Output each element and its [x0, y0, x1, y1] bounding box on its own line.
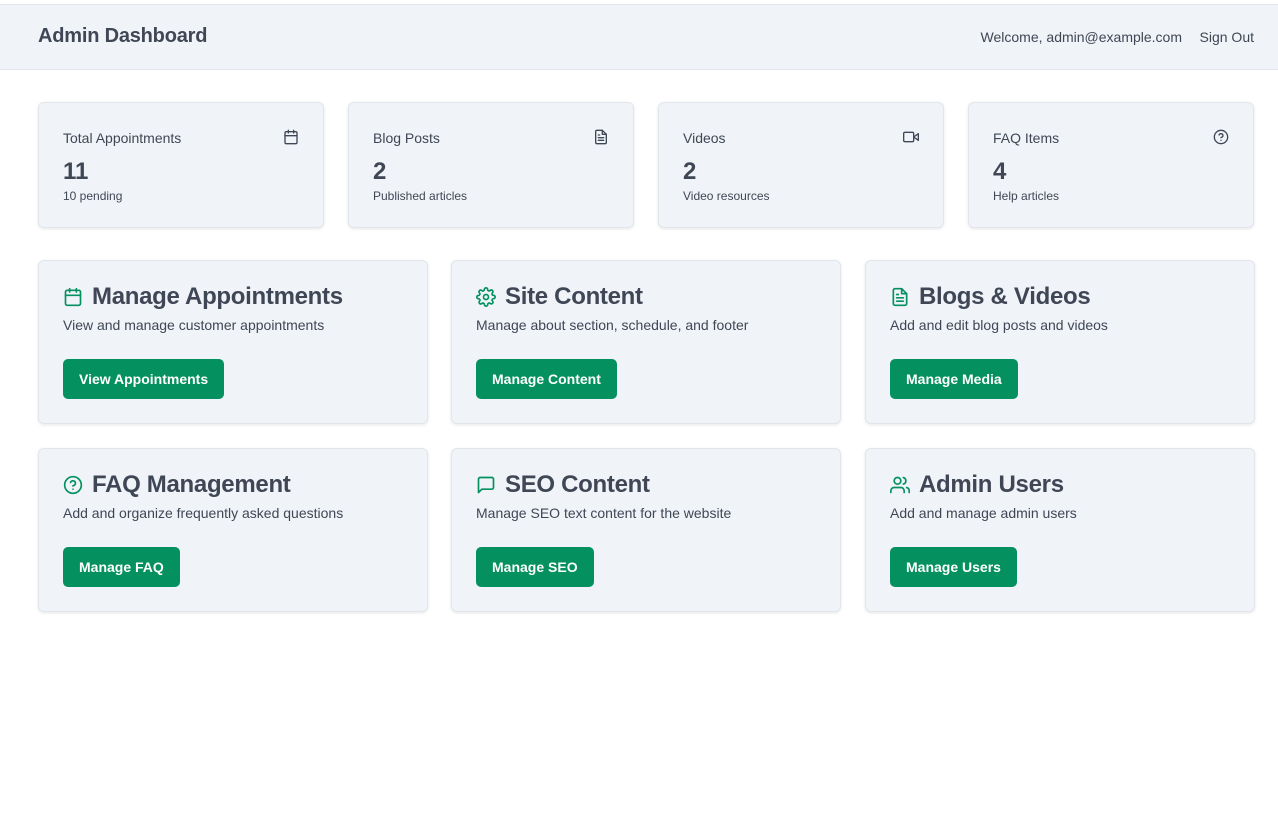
manage-media-button[interactable]: Manage Media	[890, 359, 1018, 399]
card-admin-users: Admin Users Add and manage admin users M…	[865, 448, 1255, 612]
top-header: Admin Dashboard Welcome, admin@example.c…	[0, 4, 1278, 70]
manage-users-button[interactable]: Manage Users	[890, 547, 1017, 587]
card-description: Add and manage admin users	[890, 505, 1077, 521]
stat-card-faq: FAQ Items 4 Help articles	[968, 102, 1254, 228]
help-circle-icon	[63, 475, 83, 495]
file-text-icon	[890, 287, 910, 307]
card-title: Blogs & Videos	[919, 283, 1091, 310]
card-title: Site Content	[505, 283, 643, 310]
stat-label: Videos	[683, 130, 726, 146]
stat-value: 2	[683, 158, 697, 185]
card-description: Manage about section, schedule, and foot…	[476, 317, 749, 333]
stat-value: 2	[373, 158, 387, 185]
card-site-content: Site Content Manage about section, sched…	[451, 260, 841, 424]
card-description: Add and organize frequently asked questi…	[63, 505, 344, 521]
stat-subtext: Video resources	[683, 189, 770, 203]
stat-label: FAQ Items	[993, 130, 1060, 146]
users-icon	[890, 475, 910, 495]
card-manage-appointments: Manage Appointments View and manage cust…	[38, 260, 428, 424]
card-title: Manage Appointments	[92, 283, 343, 310]
file-text-icon	[593, 129, 609, 145]
page-title: Admin Dashboard	[38, 25, 208, 47]
stat-card-appointments: Total Appointments 11 10 pending	[38, 102, 324, 228]
calendar-icon	[283, 129, 299, 145]
card-title: Admin Users	[919, 471, 1064, 498]
stat-value: 11	[63, 158, 89, 185]
message-square-icon	[476, 475, 496, 495]
help-circle-icon	[1213, 129, 1229, 145]
sign-out-link[interactable]: Sign Out	[1200, 29, 1254, 45]
stat-card-blog-posts: Blog Posts 2 Published articles	[348, 102, 634, 228]
stat-subtext: Published articles	[373, 189, 468, 203]
stat-subtext: 10 pending	[63, 189, 123, 203]
stat-value: 4	[993, 158, 1007, 185]
manage-faq-button[interactable]: Manage FAQ	[63, 547, 180, 587]
gear-icon	[476, 287, 496, 307]
stat-label: Blog Posts	[373, 130, 440, 146]
card-faq-management: FAQ Management Add and organize frequent…	[38, 448, 428, 612]
card-description: Manage SEO text content for the website	[476, 505, 732, 521]
card-title: SEO Content	[505, 471, 650, 498]
view-appointments-button[interactable]: View Appointments	[63, 359, 225, 399]
manage-seo-button[interactable]: Manage SEO	[476, 547, 594, 587]
video-icon	[903, 129, 919, 145]
card-blogs-videos: Blogs & Videos Add and edit blog posts a…	[865, 260, 1255, 424]
stat-subtext: Help articles	[993, 189, 1060, 203]
stat-card-videos: Videos 2 Video resources	[658, 102, 944, 228]
stat-label: Total Appointments	[63, 130, 182, 146]
card-seo-content: SEO Content Manage SEO text content for …	[451, 448, 841, 612]
calendar-icon	[63, 287, 83, 307]
card-description: View and manage customer appointments	[63, 317, 325, 333]
card-title: FAQ Management	[92, 471, 291, 498]
card-description: Add and edit blog posts and videos	[890, 317, 1108, 333]
welcome-text: Welcome, admin@example.com	[980, 29, 1182, 45]
manage-content-button[interactable]: Manage Content	[476, 359, 617, 399]
